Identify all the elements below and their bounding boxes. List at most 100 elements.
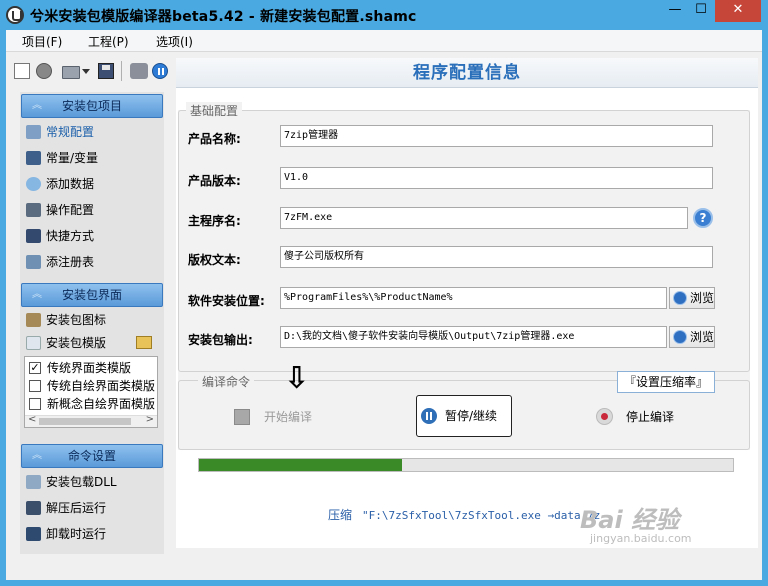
progress-fill <box>199 459 402 471</box>
new-file-icon[interactable] <box>14 63 30 79</box>
uninstall-icon <box>26 527 41 541</box>
window-frame-bottom <box>0 580 768 586</box>
maximize-button[interactable]: ☐ <box>688 0 714 22</box>
checkbox[interactable] <box>29 398 41 410</box>
checkbox-checked[interactable]: ✓ <box>29 362 41 374</box>
watermark-text: Bai 经验 <box>580 506 680 534</box>
dll-icon <box>26 475 41 489</box>
help-icon[interactable]: ? <box>693 208 713 228</box>
chevron-up-icon: ︽ <box>32 450 42 461</box>
compile-command-legend: 编译命令 <box>198 373 255 390</box>
template-option[interactable]: 传统自绘界面类模版 <box>29 377 155 395</box>
sidebar-item-label: 操作配置 <box>46 203 95 217</box>
product-name-label: 产品名称: <box>188 132 241 146</box>
progress-bar <box>198 458 734 472</box>
output-path-input[interactable]: D:\我的文档\傻子软件安装向导模版\Output\7zip管理器.exe <box>280 326 667 348</box>
template-option-label: 新概念自绘界面模版 <box>47 397 156 411</box>
install-location-input[interactable]: %ProgramFiles%\%ProductName% <box>280 287 667 309</box>
browse-icon <box>673 291 687 305</box>
menu-engineering[interactable]: 工程(P) <box>88 33 129 50</box>
checkbox[interactable] <box>29 380 41 392</box>
shortcut-icon <box>26 229 41 243</box>
horizontal-scrollbar[interactable]: < > <box>25 414 157 427</box>
sidebar-item-general[interactable]: 常规配置 <box>24 120 162 144</box>
stop-compile-label: 停止编译 <box>626 410 675 424</box>
minimize-button[interactable]: — <box>662 0 688 22</box>
compression-settings-button[interactable]: 『设置压缩率』 <box>617 371 715 393</box>
output-label: 安装包输出: <box>188 333 253 347</box>
main-program-label: 主程序名: <box>188 214 241 228</box>
pause-resume-button[interactable]: 暂停/继续 <box>416 395 512 437</box>
window-frame-right <box>762 30 768 586</box>
section-header-label: 安装包项目 <box>61 99 122 113</box>
close-button[interactable]: ✕ <box>715 0 761 22</box>
sidebar-item-label: 添注册表 <box>46 255 95 269</box>
folder-icon[interactable] <box>136 336 152 349</box>
sidebar-item-label: 常量/变量 <box>46 151 99 165</box>
sidebar-item-run-after-extract[interactable]: 解压后运行 <box>24 496 162 520</box>
status-text: "F:\7zSfxTool\7zSfxTool.exe →data.7z <box>362 509 601 522</box>
sidebar-item-add-data[interactable]: 添加数据 <box>24 172 162 196</box>
scroll-left-icon[interactable]: < <box>28 414 36 425</box>
watermark-logo: Bai 经验 jingyan.baidu.com <box>580 500 740 552</box>
template-option-label: 传统自绘界面类模版 <box>47 379 156 393</box>
sidebar-item-package-icon[interactable]: 安装包图标 <box>24 308 162 332</box>
menu-options[interactable]: 选项(I) <box>156 33 193 50</box>
build-icon[interactable] <box>130 63 148 79</box>
pause-resume-label: 暂停/继续 <box>445 409 498 423</box>
folder-open-icon[interactable] <box>62 66 80 79</box>
sidebar-item-label: 解压后运行 <box>46 501 107 515</box>
stop-icon <box>596 408 613 425</box>
basic-config-legend: 基础配置 <box>186 102 243 119</box>
stop-compile-button[interactable]: 停止编译 <box>596 407 674 427</box>
section-header-label: 安装包界面 <box>61 288 122 302</box>
arrow-down-icon: ⇩ <box>284 361 310 396</box>
window-title: 兮米安装包模版编译器beta5.42 - 新建安装包配置.shamc <box>30 9 417 25</box>
sidebar-item-run-on-uninstall[interactable]: 卸载时运行 <box>24 522 162 546</box>
save-icon[interactable] <box>98 63 114 79</box>
sidebar-item-constants[interactable]: 常量/变量 <box>24 146 162 170</box>
browse-label: 浏览 <box>690 291 715 305</box>
sidebar-item-label: 常规配置 <box>46 125 95 139</box>
sidebar-item-label: 添加数据 <box>46 177 95 191</box>
section-header-ui[interactable]: ︽ 安装包界面 <box>21 283 163 307</box>
general-config-icon <box>26 125 41 139</box>
menu-project[interactable]: 项目(F) <box>22 33 62 50</box>
start-compile-label: 开始编译 <box>264 410 313 424</box>
sidebar-item-template[interactable]: 安装包模版 <box>24 331 162 355</box>
section-header-project[interactable]: ︽ 安装包项目 <box>21 94 163 118</box>
template-option[interactable]: 新概念自绘界面模版 <box>29 395 155 413</box>
template-icon <box>26 336 41 350</box>
chevron-up-icon: ︽ <box>32 289 42 300</box>
variables-icon <box>26 151 41 165</box>
status-line: 压缩 "F:\7zSfxTool\7zSfxTool.exe →data.7z <box>328 506 600 523</box>
registry-icon <box>26 255 41 269</box>
browse-output-button[interactable]: 浏览 <box>669 326 715 348</box>
operations-icon <box>26 203 41 217</box>
main-program-input[interactable]: 7zFM.exe <box>280 207 688 229</box>
section-header-commands[interactable]: ︽ 命令设置 <box>21 444 163 468</box>
add-data-icon <box>26 177 41 191</box>
dropdown-arrow-icon[interactable] <box>82 69 90 74</box>
disc-icon[interactable] <box>36 63 52 79</box>
package-icon <box>26 313 41 327</box>
browse-install-button[interactable]: 浏览 <box>669 287 715 309</box>
product-version-label: 产品版本: <box>188 174 241 188</box>
scroll-right-icon[interactable]: > <box>146 414 154 425</box>
sidebar-item-operations[interactable]: 操作配置 <box>24 198 162 222</box>
sidebar-item-registry[interactable]: 添注册表 <box>24 250 162 274</box>
sidebar: ︽ 安装包项目 常规配置 常量/变量 添加数据 操作配置 快捷方式 添注册表 ︽… <box>20 92 164 554</box>
app-logo-icon <box>6 6 24 24</box>
product-version-input[interactable]: V1.0 <box>280 167 713 189</box>
chevron-up-icon: ︽ <box>32 100 42 111</box>
start-compile-button[interactable]: 开始编译 <box>234 407 312 427</box>
sidebar-item-shortcuts[interactable]: 快捷方式 <box>24 224 162 248</box>
template-option[interactable]: ✓ 传统界面类模版 <box>29 359 131 377</box>
toolbar <box>6 53 174 87</box>
sidebar-item-load-dll[interactable]: 安装包载DLL <box>24 470 162 494</box>
scroll-thumb[interactable] <box>39 418 131 425</box>
pause-icon[interactable] <box>152 63 168 79</box>
product-name-input[interactable]: 7zip管理器 <box>280 125 713 147</box>
copyright-input[interactable]: 傻子公司版权所有 <box>280 246 713 268</box>
sidebar-item-label: 卸载时运行 <box>46 527 107 541</box>
